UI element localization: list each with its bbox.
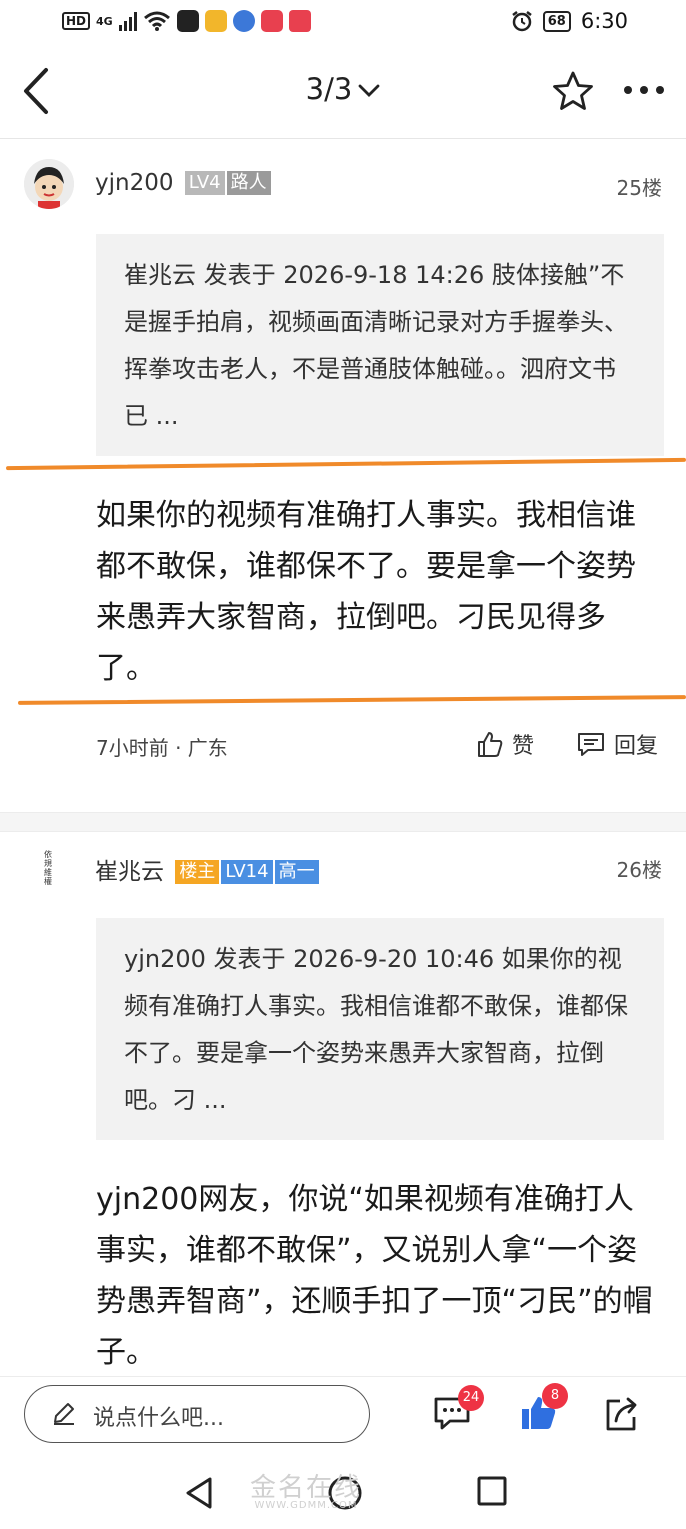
floor-number: 25楼 (616, 176, 662, 200)
weibo-icon (204, 10, 227, 32)
post-body: yjn200网友，你说“如果视频有准确打人事实，谁都不敢保”，又说别人拿“一个姿… (96, 1182, 653, 1370)
post-separator (0, 812, 686, 832)
system-navigation-bar: 金名在线 WWW.GDMM.COM (0, 1455, 686, 1529)
level-badge: LV14 (221, 860, 273, 884)
rank-badge: 高一 (274, 860, 319, 884)
pencil-icon (54, 1403, 74, 1425)
comment-placeholder: 说点什么吧... (93, 1406, 224, 1431)
thumb-up-icon (478, 732, 503, 757)
avatar-calligraphy: 依規維權 (44, 850, 52, 886)
level-badge: LV4 (184, 171, 225, 195)
comment-input[interactable]: 说点什么吧... (24, 1385, 370, 1443)
reply-button[interactable]: 回复 (576, 728, 658, 760)
comments-button[interactable]: 24 (432, 1385, 484, 1437)
watermark: 金名在线 WWW.GDMM.COM (250, 1467, 362, 1511)
post-floor-26: 依規維權 崔兆云 楼主 LV14 高一 26楼 yjn200 发表于 2026-9-… (0, 832, 686, 1376)
app-red-icon (260, 10, 283, 32)
quoted-post[interactable]: 崔兆云 发表于 2026-9-18 14:26 肢体接触”不是握手拍肩，视频画面… (96, 234, 664, 456)
post-time-location: 7小时前 · 广东 (96, 736, 228, 760)
nav-back-icon[interactable] (182, 1475, 216, 1511)
rank-badge: 路人 (226, 171, 271, 195)
wifi-icon (143, 11, 170, 31)
floor-number: 26楼 (616, 858, 662, 882)
share-button[interactable] (602, 1393, 642, 1437)
comment-count-badge: 24 (458, 1385, 484, 1411)
signal-icon (118, 11, 137, 31)
bottom-action-bar: 说点什么吧... 24 8 (0, 1376, 686, 1455)
highlight-line (6, 457, 686, 471)
username[interactable]: 崔兆云 (95, 859, 164, 885)
like-label: 赞 (512, 734, 535, 759)
quoted-text: yjn200 发表于 2026-9-20 10:46 如果你的视频有准确打人事实… (124, 945, 628, 1114)
quoted-text: 崔兆云 发表于 2026-9-18 14:26 肢体接触”不是握手拍肩，视频画面… (124, 261, 628, 430)
post-body: 如果你的视频有准确打人事实。我相信谁都不敢保，谁都保不了。要是拿一个姿势来愚弄大… (96, 498, 636, 686)
clock: 6:30 (580, 9, 628, 33)
post-floor-25: yjn200 LV4 路人 25楼 崔兆云 发表于 2026-9-18 14:26… (0, 140, 686, 812)
app-header: 3/3 (0, 46, 686, 139)
notification-app-icon (176, 10, 199, 32)
network-type: 4G (96, 14, 113, 28)
username[interactable]: yjn200 (95, 170, 173, 196)
like-button[interactable]: 赞 (476, 728, 534, 760)
book-app-icon (288, 10, 311, 32)
watermark-text: 金名在线 (250, 1473, 363, 1503)
nav-recents-icon[interactable] (476, 1475, 508, 1507)
comment-icon (578, 733, 604, 756)
quoted-post[interactable]: yjn200 发表于 2026-9-20 10:46 如果你的视频有准确打人事实… (96, 918, 664, 1140)
avatar[interactable]: 依規維權 (24, 842, 74, 892)
status-bar: HD 4G 68 6:30 (0, 0, 686, 46)
hd-indicator: HD (62, 12, 91, 30)
username-row: 崔兆云 楼主 LV14 高一 (95, 852, 319, 886)
status-left: HD 4G (62, 10, 311, 32)
star-icon[interactable] (552, 70, 594, 112)
browser-icon (232, 10, 255, 32)
op-badge: 楼主 (175, 860, 220, 884)
like-count-badge: 8 (542, 1383, 568, 1409)
chevron-down-icon (358, 84, 380, 97)
reply-label: 回复 (614, 734, 659, 759)
status-right: 68 6:30 (511, 9, 628, 33)
alarm-icon (511, 11, 532, 32)
avatar-image (24, 159, 74, 209)
more-icon[interactable] (624, 86, 664, 94)
page-indicator-label: 3/3 (305, 72, 353, 106)
username-row: yjn200 LV4 路人 (95, 170, 271, 196)
like-post-button[interactable]: 8 (518, 1383, 568, 1437)
avatar[interactable] (24, 159, 74, 209)
highlight-line (17, 695, 686, 705)
battery-indicator: 68 (542, 10, 571, 32)
share-icon (606, 1397, 637, 1431)
watermark-url: WWW.GDMM.COM (254, 1500, 358, 1511)
